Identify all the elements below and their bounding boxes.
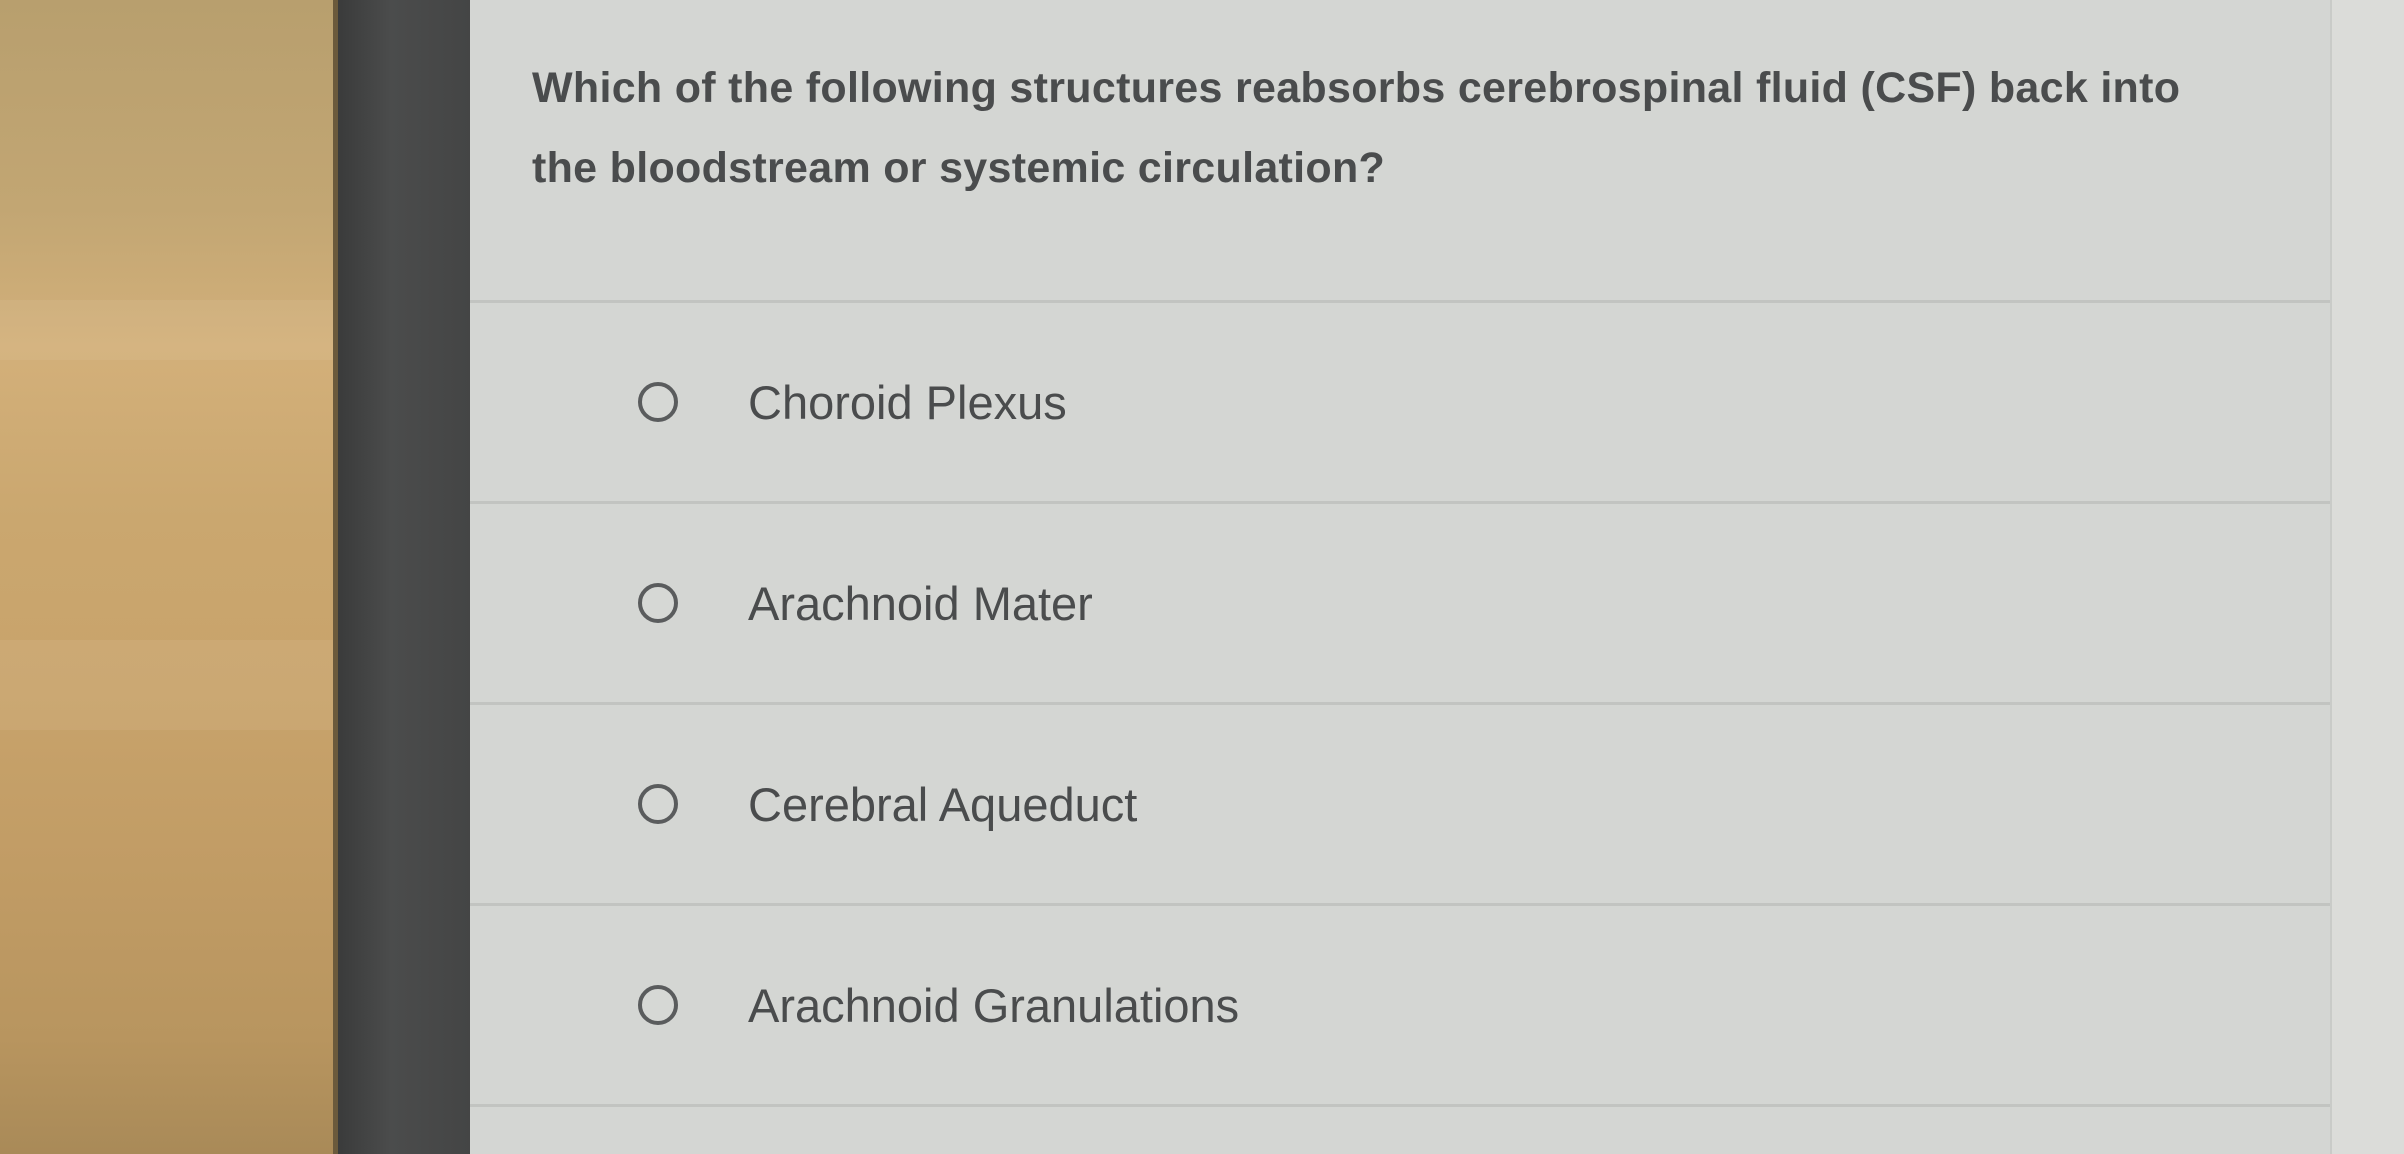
option-label: Arachnoid Mater (748, 576, 1093, 630)
background-wall (0, 0, 340, 1154)
radio-button[interactable] (638, 583, 678, 623)
wall-light-band (0, 300, 340, 360)
quiz-screen: Which of the following structures reabso… (470, 0, 2404, 1154)
monitor-bezel (338, 0, 470, 1154)
option-label: Arachnoid Granulations (748, 978, 1240, 1032)
radio-button[interactable] (638, 985, 678, 1025)
answer-option[interactable]: Arachnoid Mater (470, 501, 2330, 702)
answer-option[interactable]: Arachnoid Granulations (470, 903, 2330, 1107)
answer-option[interactable]: Cerebral Aqueduct (470, 702, 2330, 903)
answer-options: Choroid Plexus Arachnoid Mater Cerebral … (470, 300, 2330, 1107)
option-label: Cerebral Aqueduct (748, 777, 1138, 831)
answer-option[interactable]: Choroid Plexus (470, 300, 2330, 501)
question-text: Which of the following structures reabso… (532, 64, 2181, 192)
option-label: Choroid Plexus (748, 375, 1067, 429)
wall-light-band (0, 640, 340, 730)
screen-right-margin (2330, 0, 2404, 1154)
question-card: Which of the following structures reabso… (470, 0, 2330, 1154)
radio-button[interactable] (638, 382, 678, 422)
radio-button[interactable] (638, 784, 678, 824)
